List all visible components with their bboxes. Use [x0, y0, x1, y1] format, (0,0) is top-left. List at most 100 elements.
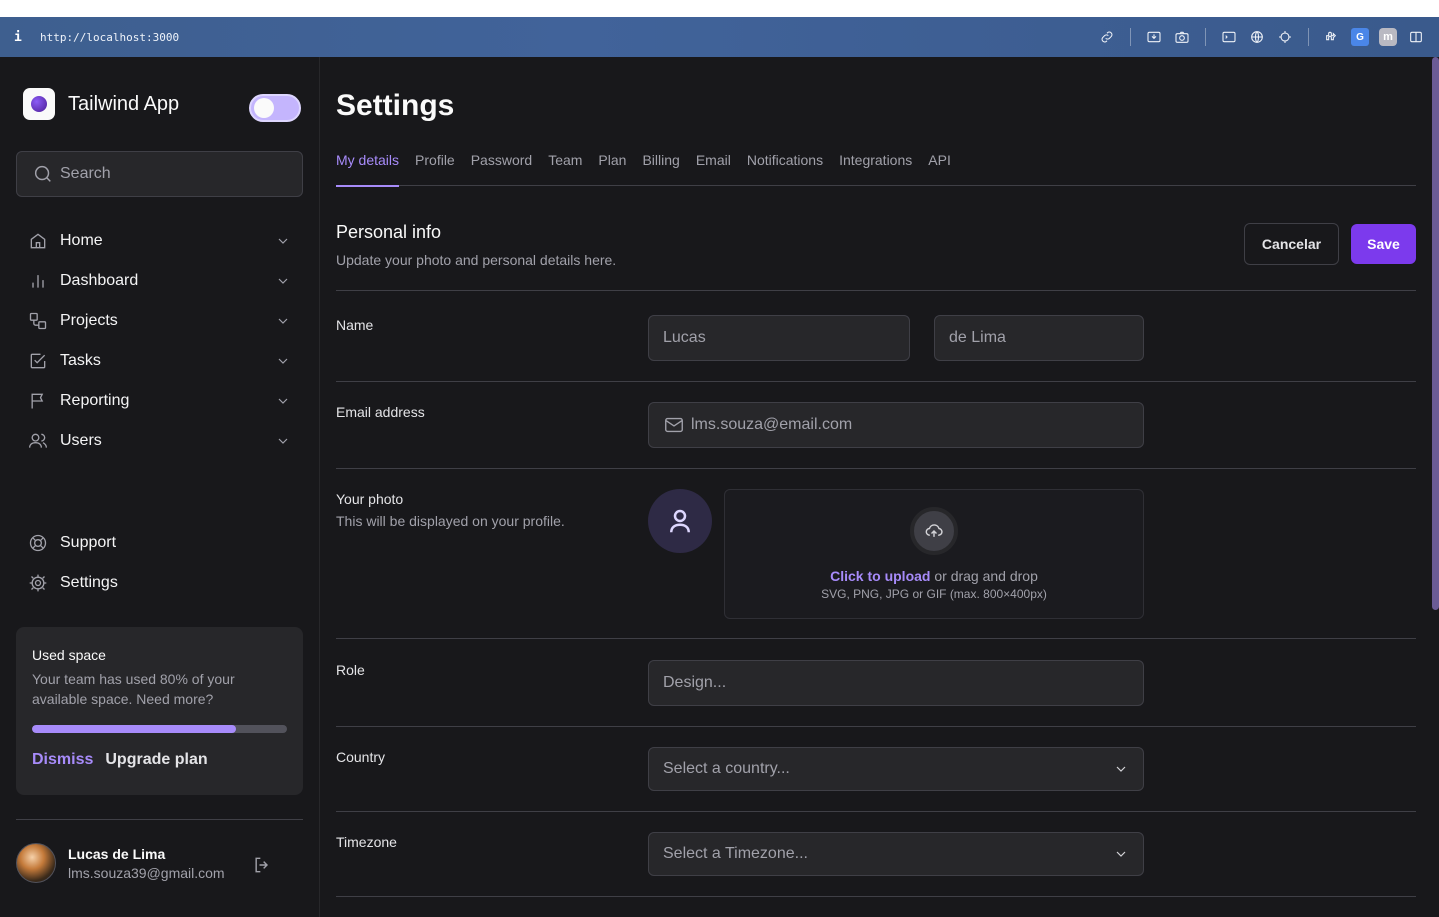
email-label: Email address: [336, 404, 425, 420]
tab-api[interactable]: API: [928, 151, 951, 186]
upgrade-plan-link[interactable]: Upgrade plan: [105, 751, 207, 769]
user-info: Lucas de Lima lms.souza39@gmail.com: [68, 846, 225, 881]
divider: [336, 290, 1416, 291]
sidebar-item-label: Home: [60, 232, 103, 249]
first-name-value: Lucas: [663, 329, 706, 346]
brand-name: Tailwind App: [68, 92, 180, 115]
theme-toggle[interactable]: [249, 94, 301, 122]
country-label: Country: [336, 749, 386, 765]
download-icon[interactable]: [1145, 28, 1163, 46]
used-space-progress: [32, 725, 287, 733]
section-title: Personal info: [336, 222, 442, 242]
timezone-select[interactable]: Select a Timezone...: [648, 832, 1144, 876]
photo-placeholder-avatar: [648, 489, 712, 553]
user-email: lms.souza39@gmail.com: [68, 864, 225, 881]
user-profile[interactable]: Lucas de Lima lms.souza39@gmail.com: [16, 843, 225, 883]
chevron-down-icon[interactable]: [275, 353, 291, 369]
user-name: Lucas de Lima: [68, 845, 166, 862]
last-name-field[interactable]: de Lima: [934, 315, 1144, 361]
save-button[interactable]: Save: [1351, 224, 1416, 264]
sidebar-item-support[interactable]: Support: [16, 523, 303, 563]
sidebar-item-dashboard[interactable]: Dashboard: [16, 261, 303, 301]
link-icon[interactable]: [1098, 28, 1116, 46]
translate-icon[interactable]: G: [1351, 28, 1369, 46]
cancel-button[interactable]: Cancelar: [1244, 223, 1339, 265]
photo-upload-dropzone[interactable]: Click to upload or drag and drop SVG, PN…: [724, 489, 1144, 619]
sidebar-item-home[interactable]: Home: [16, 221, 303, 261]
chevron-down-icon[interactable]: [275, 313, 291, 329]
browser-tools: G m: [1098, 28, 1425, 46]
click-to-upload-link[interactable]: Click to upload: [830, 568, 930, 584]
sidebar-item-reporting[interactable]: Reporting: [16, 381, 303, 421]
scrollbar[interactable]: [1432, 57, 1439, 610]
used-space-text: Your team has used 80% of your available…: [32, 671, 235, 707]
progress-fill: [32, 725, 236, 733]
logout-icon[interactable]: [252, 855, 272, 875]
photo-label: Your photo: [336, 491, 404, 507]
check-square-icon: [28, 351, 48, 371]
email-field[interactable]: lms.souza@email.com: [648, 402, 1144, 448]
upload-formats: SVG, PNG, JPG or GIF (max. 800×400px): [821, 587, 1047, 601]
role-field[interactable]: Design...: [648, 660, 1144, 706]
used-space-actions: Dismiss Upgrade plan: [32, 751, 287, 769]
app-window: Tailwind App Home Dashboard Projects: [0, 57, 1439, 917]
sidebar-item-label: Tasks: [60, 352, 101, 369]
sidebar-item-label: Users: [60, 432, 102, 449]
home-icon: [28, 231, 48, 251]
sidebar-item-settings[interactable]: Settings: [16, 563, 303, 603]
sidebar-item-projects[interactable]: Projects: [16, 301, 303, 341]
toggle-knob: [254, 98, 274, 118]
divider: [336, 811, 1416, 812]
user-icon: [670, 509, 690, 533]
chevron-down-icon[interactable]: [275, 233, 291, 249]
mail-icon: [665, 417, 683, 433]
sidebar-icon[interactable]: [1407, 28, 1425, 46]
secondary-nav: Support Settings: [16, 523, 303, 603]
globe-icon[interactable]: [1248, 28, 1266, 46]
country-select[interactable]: Select a country...: [648, 747, 1144, 791]
life-buoy-icon: [28, 533, 48, 553]
search-icon: [34, 165, 51, 182]
tab-plan[interactable]: Plan: [598, 151, 626, 186]
gear-icon: [28, 573, 48, 593]
chevron-down-icon[interactable]: [275, 433, 291, 449]
tab-email[interactable]: Email: [696, 151, 731, 186]
email-value: lms.souza@email.com: [691, 416, 853, 433]
crosshair-icon[interactable]: [1276, 28, 1294, 46]
tab-billing[interactable]: Billing: [642, 151, 679, 186]
address-bar[interactable]: http://localhost:3000: [40, 31, 179, 44]
site-info-icon[interactable]: i: [14, 30, 34, 45]
dismiss-link[interactable]: Dismiss: [32, 751, 93, 769]
divider: [16, 819, 303, 820]
tab-notifications[interactable]: Notifications: [747, 151, 823, 186]
terminal-icon[interactable]: [1220, 28, 1238, 46]
upload-instructions-rest: or drag and drop: [930, 568, 1038, 584]
toolbar-separator: [1205, 28, 1206, 46]
chevron-down-icon[interactable]: [275, 273, 291, 289]
divider: [336, 896, 1416, 897]
m-extension-icon[interactable]: m: [1379, 28, 1397, 46]
settings-tabs: My details Profile Password Team Plan Bi…: [336, 151, 1416, 187]
role-placeholder: Design...: [663, 674, 727, 691]
first-name-field[interactable]: Lucas: [648, 315, 910, 361]
extensions-icon[interactable]: [1323, 28, 1341, 46]
search-input[interactable]: [60, 165, 280, 183]
tab-password[interactable]: Password: [471, 151, 532, 186]
camera-icon[interactable]: [1173, 28, 1191, 46]
sidebar-item-label: Projects: [60, 312, 118, 329]
photo-hint: This will be displayed on your profile.: [336, 513, 565, 529]
tab-team[interactable]: Team: [548, 151, 582, 186]
tab-integrations[interactable]: Integrations: [839, 151, 912, 186]
role-label: Role: [336, 662, 365, 678]
chevron-down-icon[interactable]: [275, 393, 291, 409]
brand[interactable]: Tailwind App: [23, 88, 179, 120]
used-space-title: Used space: [32, 647, 106, 663]
tab-profile[interactable]: Profile: [415, 151, 455, 186]
sidebar: Tailwind App Home Dashboard Projects: [0, 57, 320, 917]
chevron-down-icon: [1113, 761, 1129, 777]
toolbar-separator: [1308, 28, 1309, 46]
brand-logo-icon: [23, 88, 55, 120]
sidebar-item-users[interactable]: Users: [16, 421, 303, 461]
tab-my-details[interactable]: My details: [336, 151, 400, 187]
sidebar-item-tasks[interactable]: Tasks: [16, 341, 303, 381]
